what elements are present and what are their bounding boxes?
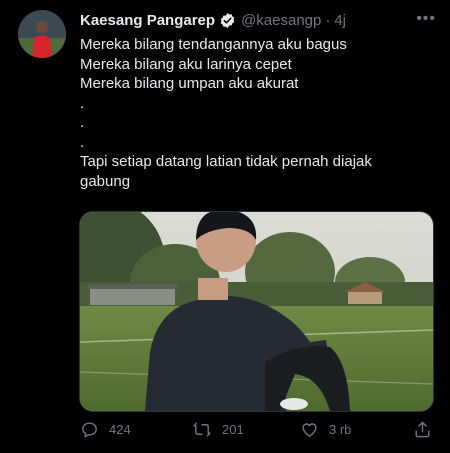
heart-icon (302, 423, 317, 437)
tweet-header: Kaesang Pangarep @kaesangp · 4j ••• (80, 10, 436, 30)
retweet-arrows-icon (193, 422, 211, 437)
reply-button[interactable]: 424 (80, 420, 131, 439)
avatar[interactable] (18, 10, 66, 58)
separator-dot: · (325, 11, 331, 29)
tweet-actions: 424 201 3 rb (80, 420, 432, 444)
tweet-line: . (80, 94, 85, 112)
author-name[interactable]: Kaesang Pangarep (80, 12, 215, 29)
like-count: 3 rb (329, 422, 352, 437)
comment-bubble-icon (82, 422, 97, 438)
tweet-text: Mereka bilang tendangannya aku bagus Mer… (80, 35, 425, 191)
tweet-media-image[interactable] (79, 211, 434, 412)
tweet-line: . (80, 133, 85, 151)
like-button[interactable]: 3 rb (300, 420, 351, 439)
tweet-line: Tapi setiap datang latian tidak pernah d… (80, 153, 372, 190)
tweet-line: Mereka bilang aku larinya cepet (80, 55, 292, 73)
tweet-line: . (80, 114, 85, 131)
more-horizontal-icon[interactable]: ••• (416, 10, 436, 28)
reply-count: 424 (109, 422, 131, 437)
share-upload-icon (415, 421, 430, 438)
retweet-count: 201 (222, 422, 244, 437)
tweet-line: Mereka bilang tendangannya aku bagus (80, 36, 347, 53)
author-handle[interactable]: @kaesangp (241, 12, 321, 29)
verified-badge-icon (219, 12, 236, 29)
share-button[interactable] (413, 420, 442, 439)
tweet-line: Mereka bilang umpan aku akurat (80, 75, 299, 92)
tweet-timestamp[interactable]: 4j (334, 12, 346, 29)
retweet-button[interactable]: 201 (192, 420, 244, 439)
